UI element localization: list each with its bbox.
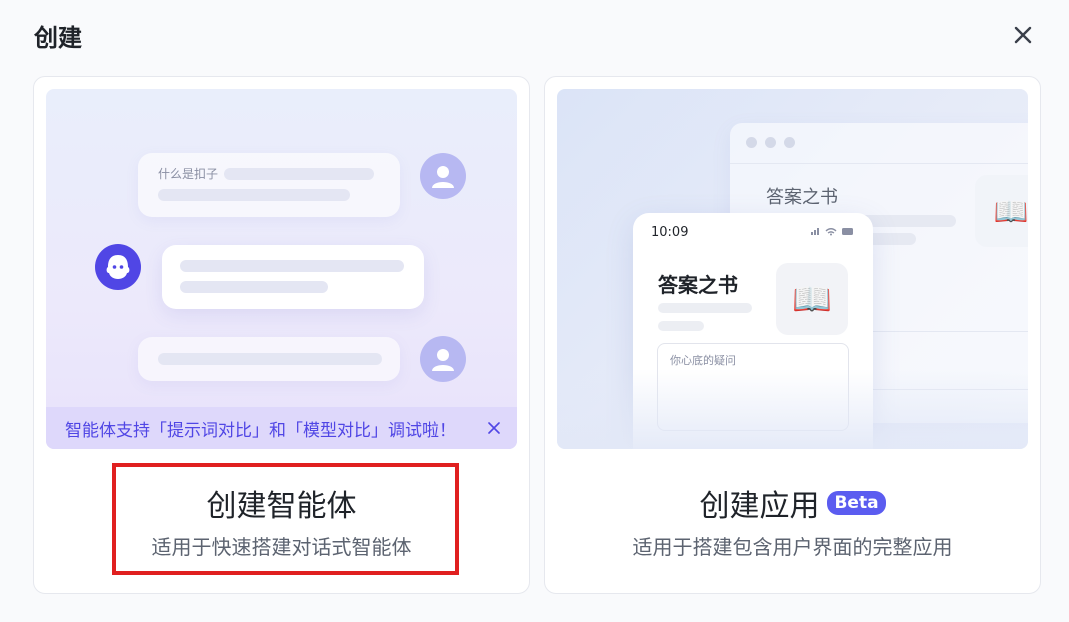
- book-icon: 📖: [975, 175, 1028, 247]
- user-icon: [432, 349, 454, 371]
- bot-bubble: [162, 245, 424, 309]
- app-card-title: 创建应用 Beta: [545, 481, 1040, 525]
- close-button[interactable]: [1008, 20, 1038, 50]
- close-icon: [488, 422, 500, 434]
- app-card-title-text: 创建应用: [699, 489, 820, 524]
- input-placeholder: 你心底的疑问: [670, 354, 736, 367]
- close-icon: [1014, 26, 1032, 44]
- agent-preview-image: 什么是扣子 智能体支持「提示词对比」和「模型对比」调试啦！: [46, 89, 517, 449]
- user-avatar: [420, 336, 466, 382]
- phone-status-icons: [811, 226, 855, 239]
- user-bubble-bottom: [138, 337, 400, 381]
- create-app-card[interactable]: 答案之书 📖 10:09 答案之书 📖 你心底的疑问 创建应用 Beta 适用于…: [544, 76, 1041, 594]
- user-avatar: [420, 153, 466, 199]
- user-bubble-top: 什么是扣子: [138, 153, 400, 217]
- feature-banner: 智能体支持「提示词对比」和「模型对比」调试啦！: [46, 407, 517, 449]
- dialog-title: 创建: [34, 24, 82, 52]
- user-icon: [432, 166, 454, 188]
- banner-close-button[interactable]: [483, 417, 505, 439]
- phone-app-title: 答案之书: [658, 273, 738, 297]
- beta-badge: Beta: [827, 491, 886, 515]
- preview-fade: [557, 369, 1028, 449]
- user-message-text: 什么是扣子: [158, 167, 219, 181]
- highlight-annotation-box: [112, 463, 459, 575]
- banner-text: 智能体支持「提示词对比」和「模型对比」调试啦！: [65, 420, 456, 441]
- window-title: 答案之书: [766, 187, 838, 208]
- app-preview-image: 答案之书 📖 10:09 答案之书 📖 你心底的疑问: [557, 89, 1028, 449]
- bot-icon: [106, 255, 130, 279]
- app-card-subtitle: 适用于搭建包含用户界面的完整应用: [632, 535, 953, 559]
- bot-avatar: [95, 244, 141, 290]
- phone-time: 10:09: [651, 225, 689, 240]
- book-icon: 📖: [776, 263, 848, 335]
- window-dots: [746, 137, 795, 148]
- signal-icon: [811, 228, 853, 236]
